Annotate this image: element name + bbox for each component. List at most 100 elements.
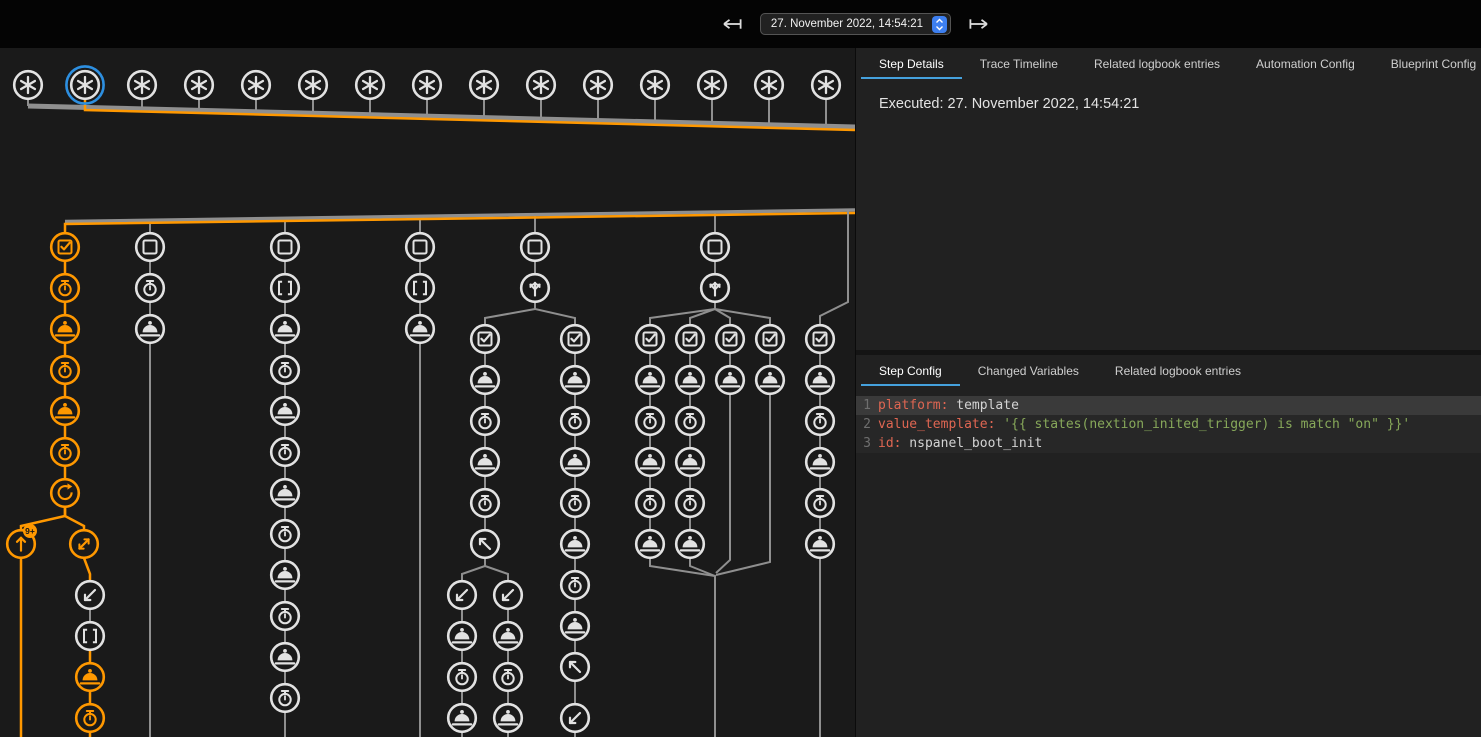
graph-node-service-bell[interactable] [561,448,589,476]
graph-node-service-bell[interactable] [806,448,834,476]
graph-node-timer[interactable] [676,489,704,517]
graph-node-checkbox[interactable] [636,325,664,353]
graph-node-square[interactable] [271,233,299,261]
graph-node-service-bell[interactable] [76,663,104,691]
graph-node-checkbox[interactable] [806,325,834,353]
graph-node-timer[interactable] [271,684,299,712]
graph-node-timer[interactable] [676,407,704,435]
graph-node-square[interactable] [406,233,434,261]
graph-node-arrow-up-left[interactable] [561,653,589,681]
graph-node-asterisk[interactable] [812,71,840,99]
graph-node-service-bell[interactable] [471,448,499,476]
graph-node-asterisk[interactable] [299,71,327,99]
graph-node-service-bell[interactable] [561,530,589,558]
graph-node-service-bell[interactable] [806,530,834,558]
graph-node-checkbox[interactable] [561,325,589,353]
graph-node-service-bell[interactable] [676,448,704,476]
graph-node-choose[interactable] [521,274,549,302]
graph-node-service-bell[interactable] [51,397,79,425]
graph-node-arrow-up-left[interactable] [471,530,499,558]
graph-node-service-bell[interactable] [471,366,499,394]
graph-node-service-bell[interactable] [676,366,704,394]
graph-node-arrow-down-left[interactable] [76,581,104,609]
graph-node-asterisk[interactable] [698,71,726,99]
graph-node-timer[interactable] [271,520,299,548]
graph-node-service-bell[interactable] [406,315,434,343]
graph-node-service-bell[interactable] [271,561,299,589]
trace-select[interactable]: 27. November 2022, 14:54:21 [760,13,951,35]
tab-step-config[interactable]: Step Config [861,355,960,386]
graph-node-asterisk[interactable] [185,71,213,99]
graph-node-choose[interactable] [701,274,729,302]
tab-changed-variables[interactable]: Changed Variables [960,355,1097,386]
graph-node-brackets[interactable] [271,274,299,302]
graph-node-checkbox[interactable] [471,325,499,353]
graph-node-asterisk[interactable] [641,71,669,99]
graph-node-asterisk[interactable] [356,71,384,99]
graph-node-checkbox[interactable] [756,325,784,353]
graph-node-service-bell[interactable] [271,315,299,343]
graph-node-asterisk[interactable] [128,71,156,99]
graph-node-arrow-down-left[interactable] [561,704,589,732]
graph-node-timer[interactable] [76,704,104,732]
graph-node-service-bell[interactable] [448,622,476,650]
graph-node-timer[interactable] [271,438,299,466]
graph-node-service-bell[interactable] [271,643,299,671]
graph-node-square[interactable] [521,233,549,261]
tab-blueprint-config[interactable]: Blueprint Config [1373,48,1481,79]
graph-node-timer[interactable] [471,407,499,435]
graph-node-asterisk[interactable] [14,71,42,99]
graph-node-timer[interactable] [51,274,79,302]
tab-related-logbook-entries[interactable]: Related logbook entries [1076,48,1238,79]
graph-node-asterisk[interactable] [413,71,441,99]
graph-node-brackets[interactable] [76,622,104,650]
graph-node-checkbox[interactable] [716,325,744,353]
graph-node-service-bell[interactable] [271,397,299,425]
graph-node-arrows-diagonal[interactable] [70,530,98,558]
graph-node-checkbox[interactable] [51,233,79,261]
graph-node-timer[interactable] [448,663,476,691]
graph-node-asterisk[interactable] [66,66,103,103]
graph-node-service-bell[interactable] [136,315,164,343]
previous-trace-icon[interactable] [720,17,744,31]
graph-node-service-bell[interactable] [806,366,834,394]
graph-node-service-bell[interactable] [636,366,664,394]
graph-node-timer[interactable] [494,663,522,691]
tab-step-details[interactable]: Step Details [861,48,962,79]
graph-node-asterisk[interactable] [584,71,612,99]
trace-graph[interactable]: 9+ [0,48,855,737]
graph-node-square[interactable] [136,233,164,261]
graph-node-square[interactable] [701,233,729,261]
graph-node-service-bell[interactable] [494,704,522,732]
graph-node-service-bell[interactable] [636,448,664,476]
graph-node-timer[interactable] [471,489,499,517]
graph-node-timer[interactable] [561,407,589,435]
graph-node-timer[interactable] [51,356,79,384]
graph-node-asterisk[interactable] [755,71,783,99]
graph-node-service-bell[interactable] [756,366,784,394]
graph-node-service-bell[interactable] [51,315,79,343]
graph-node-timer[interactable] [806,407,834,435]
tab-automation-config[interactable]: Automation Config [1238,48,1373,79]
graph-node-brackets[interactable] [406,274,434,302]
graph-node-arrow-down-left[interactable] [448,581,476,609]
graph-node-asterisk[interactable] [470,71,498,99]
graph-node-service-bell[interactable] [448,704,476,732]
tab-trace-timeline[interactable]: Trace Timeline [962,48,1076,79]
next-trace-icon[interactable] [967,17,991,31]
graph-node-asterisk[interactable] [527,71,555,99]
graph-node-service-bell[interactable] [676,530,704,558]
graph-node-arrow-down-left[interactable] [494,581,522,609]
graph-node-service-bell[interactable] [494,622,522,650]
graph-node-timer[interactable] [561,489,589,517]
graph-node-timer[interactable] [136,274,164,302]
graph-node-timer[interactable] [561,571,589,599]
graph-node-service-bell[interactable] [716,366,744,394]
graph-node-service-bell[interactable] [561,612,589,640]
graph-node-service-bell[interactable] [271,479,299,507]
graph-node-timer[interactable] [636,407,664,435]
tab-related-logbook-entries[interactable]: Related logbook entries [1097,355,1259,386]
graph-node-service-bell[interactable] [636,530,664,558]
graph-node-timer[interactable] [271,602,299,630]
yaml-code-block[interactable]: 1platform: template2value_template: '{{ … [856,396,1481,453]
